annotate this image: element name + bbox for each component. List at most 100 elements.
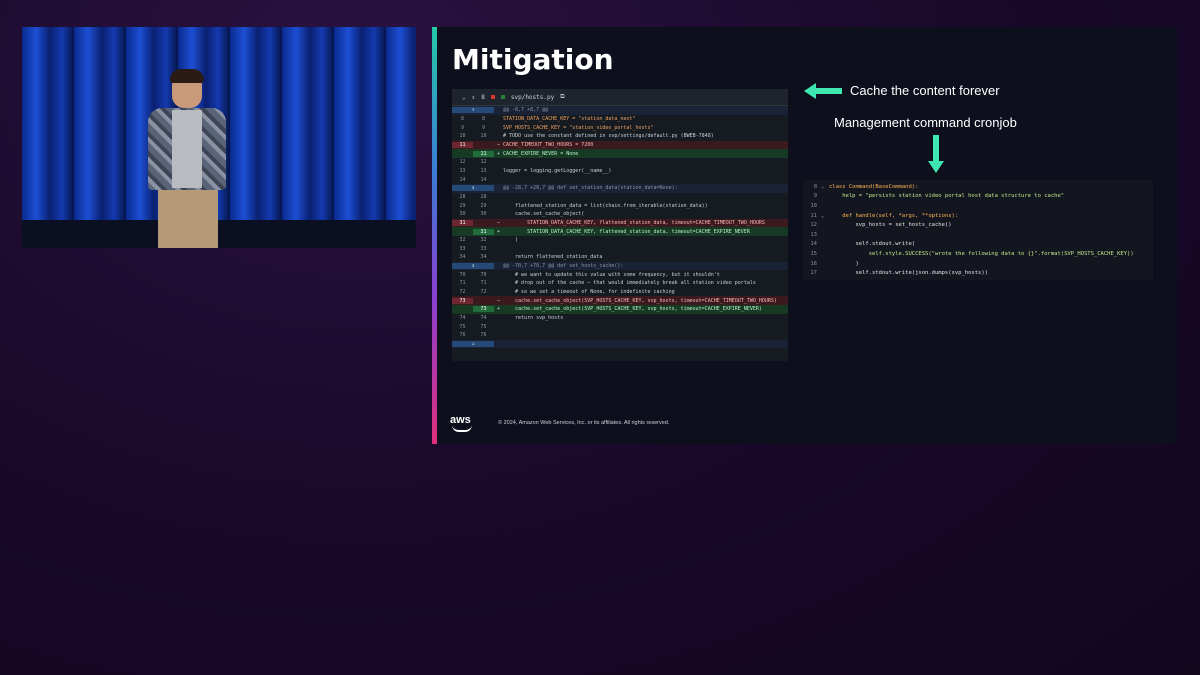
cache-forever-callout: Cache the content forever bbox=[804, 82, 1000, 99]
code-line: 12 svp_hosts = set_hosts_cache() bbox=[803, 220, 1153, 230]
diff-sign: − bbox=[496, 141, 500, 148]
arrow-left-icon bbox=[804, 82, 842, 99]
new-line-number: 9 bbox=[481, 124, 485, 131]
diff-code: cache.set_cache_object( bbox=[503, 211, 585, 218]
line-number: 12 bbox=[810, 222, 817, 229]
presentation-slide: Mitigation ⌄ ⇕ 8 svp/hosts.py ⧉ ↑ @@ -8,7… bbox=[432, 27, 1177, 444]
diff-stat-added-icon bbox=[500, 95, 505, 99]
diff-line: 11 + CACHE_EXPIRE_NEVER = None bbox=[452, 149, 788, 158]
code-line: 10 bbox=[803, 201, 1153, 211]
diff-sign: − bbox=[496, 219, 500, 226]
cache-forever-text: Cache the content forever bbox=[850, 83, 1000, 98]
code-text: def handle(self, *args, **options): bbox=[829, 212, 959, 219]
line-number: 11 bbox=[810, 212, 817, 219]
copyright-text: © 2024, Amazon Web Services, Inc. or its… bbox=[498, 420, 670, 426]
code-line: 13 bbox=[803, 230, 1153, 240]
new-line-number: 32 bbox=[480, 237, 487, 244]
expand-icon[interactable]: ⇕ bbox=[472, 94, 476, 101]
old-line-number: ↑ bbox=[452, 107, 494, 114]
old-line-number: 75 bbox=[459, 323, 466, 330]
diff-line: 73 + cache.set_cache_object(SVP_HOSTS_CAC… bbox=[452, 305, 788, 314]
diff-code: # TODO use the constant defined in svp/s… bbox=[503, 133, 714, 140]
diff-line: 74 74 return svp_hosts bbox=[452, 314, 788, 323]
new-line-number: 12 bbox=[480, 159, 487, 166]
diff-line: 34 34 return flattened_station_data bbox=[452, 253, 788, 262]
presenter-hair bbox=[170, 69, 204, 83]
old-line-number: 71 bbox=[459, 280, 466, 287]
aws-smile-icon bbox=[452, 425, 472, 432]
old-line-number: 11 bbox=[452, 141, 473, 148]
new-line-number: 10 bbox=[480, 133, 487, 140]
diff-code: cache.set_cache_object(SVP_HOSTS_CACHE_K… bbox=[503, 306, 762, 313]
new-line-number: 76 bbox=[480, 332, 487, 339]
old-line-number: 74 bbox=[459, 315, 466, 322]
line-number: 10 bbox=[810, 202, 817, 209]
new-line-number: 13 bbox=[480, 167, 487, 174]
diff-hunk-header[interactable]: ↕ @@ -28,7 +28,7 @@ def set_station_data(… bbox=[452, 183, 788, 193]
old-line-number: 32 bbox=[459, 237, 466, 244]
code-diff-panel: ⌄ ⇕ 8 svp/hosts.py ⧉ ↑ @@ -8,7 +8,7 @@ 8 8 S… bbox=[452, 89, 788, 361]
diff-stat-removed-icon bbox=[490, 95, 495, 99]
old-line-number: 13 bbox=[459, 167, 466, 174]
collapse-chevron-icon[interactable]: ⌄ bbox=[462, 94, 466, 101]
diff-hunk-header[interactable]: ↕ @@ -70,7 +70,7 @@ def set_hosts_cache()… bbox=[452, 261, 788, 271]
arrow-down-icon bbox=[928, 135, 944, 173]
new-line-number: 8 bbox=[481, 115, 485, 122]
diff-line: 13 13 logger = logging.getLogger(__name__) bbox=[452, 167, 788, 176]
copy-icon[interactable]: ⧉ bbox=[560, 93, 564, 101]
diff-line: 30 30 cache.set_cache_object( bbox=[452, 210, 788, 219]
old-line-number: 12 bbox=[459, 159, 466, 166]
diff-line: 71 71 # drop out of the cache — that woul… bbox=[452, 279, 788, 288]
new-line-number: 74 bbox=[480, 315, 487, 322]
code-line: 16 ) bbox=[803, 259, 1153, 269]
presenter bbox=[132, 69, 242, 248]
new-line-number: 34 bbox=[480, 254, 487, 261]
fold-chevron-icon[interactable]: ⌄ bbox=[821, 213, 829, 219]
diff-sign: − bbox=[496, 297, 500, 304]
new-line-number: 29 bbox=[480, 202, 487, 209]
diff-line: 73 − cache.set_cache_object(SVP_HOSTS_CAC… bbox=[452, 296, 788, 306]
diff-line: 12 12 bbox=[452, 158, 788, 167]
diff-line: 31 + STATION_DATA_CACHE_KEY, flattened_st… bbox=[452, 227, 788, 236]
fold-chevron-icon[interactable]: ⌄ bbox=[821, 184, 829, 190]
new-line-number: 71 bbox=[480, 280, 487, 287]
command-lines: 8 ⌄ class Command(BaseCommand): 9 help = "p… bbox=[803, 182, 1153, 278]
line-number: 14 bbox=[810, 241, 817, 248]
diff-line: 11 − CACHE_TIMEOUT_TWO_HOURS = 7200 bbox=[452, 140, 788, 150]
diff-code: return flattened_station_data bbox=[503, 254, 603, 261]
management-command-code: 8 ⌄ class Command(BaseCommand): 9 help = "p… bbox=[803, 180, 1153, 280]
new-line-number: 72 bbox=[480, 289, 487, 296]
line-number: 9 bbox=[813, 193, 817, 200]
line-number: 13 bbox=[810, 231, 817, 238]
speaker-video-feed bbox=[22, 27, 416, 248]
diff-line: 28 28 bbox=[452, 193, 788, 202]
old-line-number: 30 bbox=[459, 211, 466, 218]
diff-line: 10 10 # TODO use the constant defined in s… bbox=[452, 132, 788, 141]
diff-file-name: svp/hosts.py bbox=[510, 93, 555, 101]
new-line-number: 11 bbox=[473, 150, 494, 157]
diff-hunk-header[interactable]: ↑ @@ -8,7 +8,7 @@ bbox=[452, 106, 788, 115]
old-line-number: 34 bbox=[459, 254, 466, 261]
old-line-number: 72 bbox=[459, 289, 466, 296]
diff-sign: + bbox=[496, 150, 500, 157]
diff-file-header: ⌄ ⇕ 8 svp/hosts.py ⧉ bbox=[452, 89, 788, 106]
code-text: self.style.SUCCESS("wrote the following … bbox=[829, 250, 1134, 257]
new-line-number: 73 bbox=[473, 306, 494, 313]
diff-rows: ↑ @@ -8,7 +8,7 @@ 8 8 STATION_DATA_CACHE_KEY… bbox=[452, 106, 788, 349]
diff-line: 32 32 ) bbox=[452, 236, 788, 245]
diff-line: 72 72 # so we set a timeout of None, for … bbox=[452, 288, 788, 297]
code-text: self.stdout.write( bbox=[829, 241, 916, 248]
new-line-number: 33 bbox=[480, 245, 487, 252]
slide-accent-bar bbox=[432, 27, 437, 444]
diff-line: 14 14 bbox=[452, 175, 788, 184]
code-text: self.stdout.write(json.dumps(svp_hosts)) bbox=[829, 270, 988, 277]
diff-line: 8 8 STATION_DATA_CACHE_KEY = "station_data… bbox=[452, 115, 788, 124]
diff-code: CACHE_EXPIRE_NEVER = None bbox=[503, 150, 579, 157]
diff-code: flattened_station_data = list(chain.from… bbox=[503, 202, 708, 209]
code-text: class Command(BaseCommand): bbox=[829, 183, 919, 190]
code-line: 11 ⌄ def handle(self, *args, **options): bbox=[803, 211, 1153, 221]
diff-code: ) bbox=[503, 237, 519, 244]
diff-line: 76 76 bbox=[452, 331, 788, 340]
old-line-number: ↕ bbox=[452, 185, 494, 192]
diff-hunk-header[interactable]: ↓ bbox=[452, 339, 788, 349]
